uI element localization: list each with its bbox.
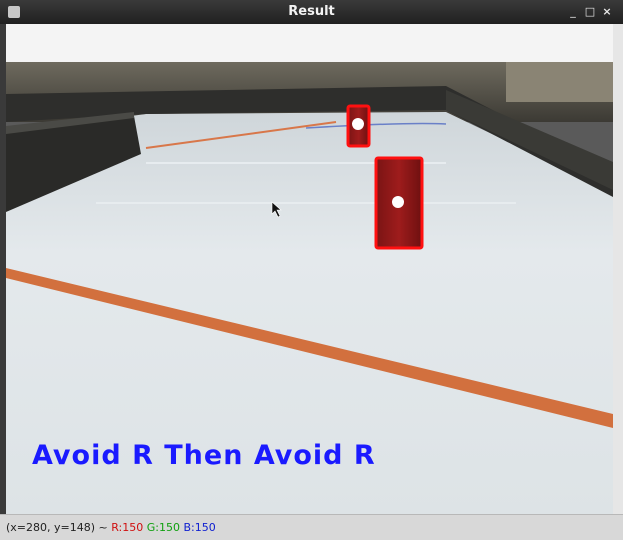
toolbar [6, 24, 613, 63]
status-bar: (x=280, y=148) ~ R:150 G:150 B:150 [0, 514, 623, 540]
minimize-button[interactable]: _ [566, 5, 580, 19]
close-button[interactable]: × [600, 5, 614, 19]
detection-center-far [352, 118, 364, 130]
window-title: Result [288, 4, 335, 19]
window-frame-right [613, 24, 623, 514]
status-blue-value: B:150 [183, 521, 216, 534]
maximize-button[interactable]: □ [583, 5, 597, 19]
decision-overlay-text: Avoid R Then Avoid R [32, 440, 376, 471]
background-shelf [506, 62, 613, 102]
status-coordinates: (x=280, y=148) ~ [6, 521, 108, 534]
result-window: Result _ □ × Avoid R Then Avoid R (x=280… [0, 0, 623, 540]
status-red-value: R:150 [111, 521, 144, 534]
title-bar[interactable]: Result _ □ × [0, 0, 623, 24]
detection-center-near [392, 196, 404, 208]
reflection-2 [96, 202, 516, 204]
status-green-value: G:150 [146, 521, 180, 534]
